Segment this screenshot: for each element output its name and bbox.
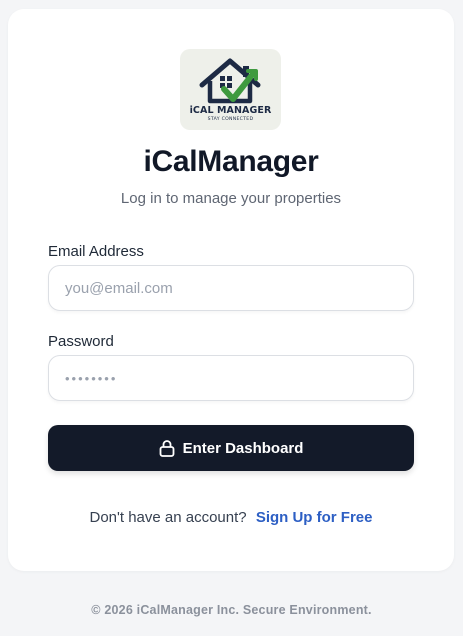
logo-tagline: STAY CONNECTED [207, 117, 254, 122]
signup-prompt: Don't have an account? [89, 509, 247, 526]
logo-wordmark: iCAL MANAGER [189, 105, 272, 116]
house-check-icon [199, 58, 261, 104]
enter-dashboard-button[interactable]: Enter Dashboard [48, 425, 414, 471]
password-label: Password [48, 333, 114, 350]
app-logo: iCAL MANAGER STAY CONNECTED [180, 49, 281, 130]
enter-dashboard-label: Enter Dashboard [182, 439, 304, 457]
footer-copyright: © 2026 iCalManager Inc. Secure Environme… [91, 603, 372, 617]
signup-row: Don't have an account? Sign Up for Free [8, 509, 454, 526]
login-subtitle: Log in to manage your properties [120, 190, 342, 207]
email-field[interactable] [48, 265, 414, 311]
lock-icon [159, 439, 175, 457]
email-label: Email Address [48, 243, 144, 260]
signup-link[interactable]: Sign Up for Free [256, 509, 373, 526]
password-field[interactable] [48, 355, 414, 401]
login-card: iCAL MANAGER STAY CONNECTED iCalManager … [8, 9, 454, 571]
app-title: iCalManager [143, 145, 319, 178]
